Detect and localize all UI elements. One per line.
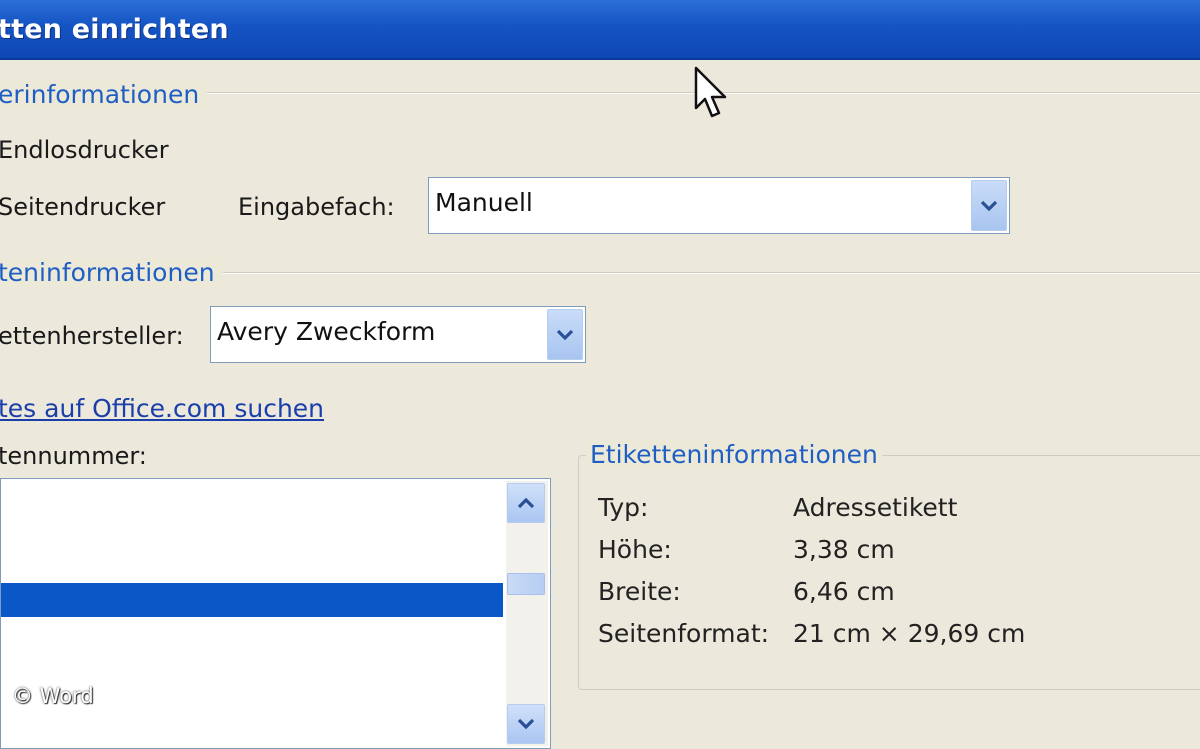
chevron-down-icon bbox=[980, 200, 998, 211]
label-info-rule bbox=[200, 272, 1200, 274]
list-scrollbar[interactable] bbox=[506, 481, 548, 746]
mouse-pointer-icon bbox=[694, 66, 727, 118]
detail-width-value: 6,46 cm bbox=[793, 577, 895, 606]
tray-dropdown-button[interactable] bbox=[971, 180, 1007, 231]
printer-info-rule bbox=[180, 92, 1200, 94]
vendor-label: ettenhersteller: bbox=[0, 322, 184, 350]
label-info-group-label: teninformationen bbox=[0, 258, 223, 287]
continuous-printer-option[interactable]: Endlosdrucker bbox=[0, 136, 169, 164]
detail-type-key: Typ: bbox=[598, 493, 649, 522]
label-details-title: Etiketteninformationen bbox=[586, 440, 882, 469]
detail-width-key: Breite: bbox=[598, 577, 681, 606]
detail-height-value: 3,38 cm bbox=[793, 535, 895, 564]
vendor-value: Avery Zweckform bbox=[217, 317, 436, 346]
detail-type-value: Adressetikett bbox=[793, 493, 958, 522]
product-number-list[interactable] bbox=[0, 478, 551, 749]
page-printer-option[interactable]: Seitendrucker bbox=[0, 193, 165, 221]
printer-info-group-label: erinformationen bbox=[0, 80, 208, 109]
watermark: © Word bbox=[12, 684, 94, 708]
detail-page-format-key: Seitenformat: bbox=[598, 619, 770, 648]
scroll-up-button[interactable] bbox=[507, 483, 545, 523]
tray-dropdown[interactable]: Manuell bbox=[428, 177, 1010, 234]
window-title: tten einrichten bbox=[0, 14, 229, 45]
vendor-dropdown-button[interactable] bbox=[547, 309, 583, 360]
detail-height-key: Höhe: bbox=[598, 535, 672, 564]
selected-list-item[interactable] bbox=[1, 583, 503, 617]
office-search-link[interactable]: tes auf Office.com suchen bbox=[0, 394, 324, 423]
chevron-up-icon bbox=[517, 497, 535, 509]
product-number-label: tennummer: bbox=[0, 442, 147, 470]
title-bar[interactable]: tten einrichten bbox=[0, 0, 1200, 60]
detail-page-format-value: 21 cm × 29,69 cm bbox=[793, 619, 1026, 648]
vendor-dropdown[interactable]: Avery Zweckform bbox=[210, 306, 586, 363]
tray-label: Eingabefach: bbox=[238, 193, 395, 221]
chevron-down-icon bbox=[556, 329, 574, 340]
scroll-down-button[interactable] bbox=[507, 704, 545, 744]
tray-value: Manuell bbox=[435, 188, 533, 217]
scroll-thumb[interactable] bbox=[507, 573, 545, 595]
label-details-box bbox=[578, 455, 1200, 690]
